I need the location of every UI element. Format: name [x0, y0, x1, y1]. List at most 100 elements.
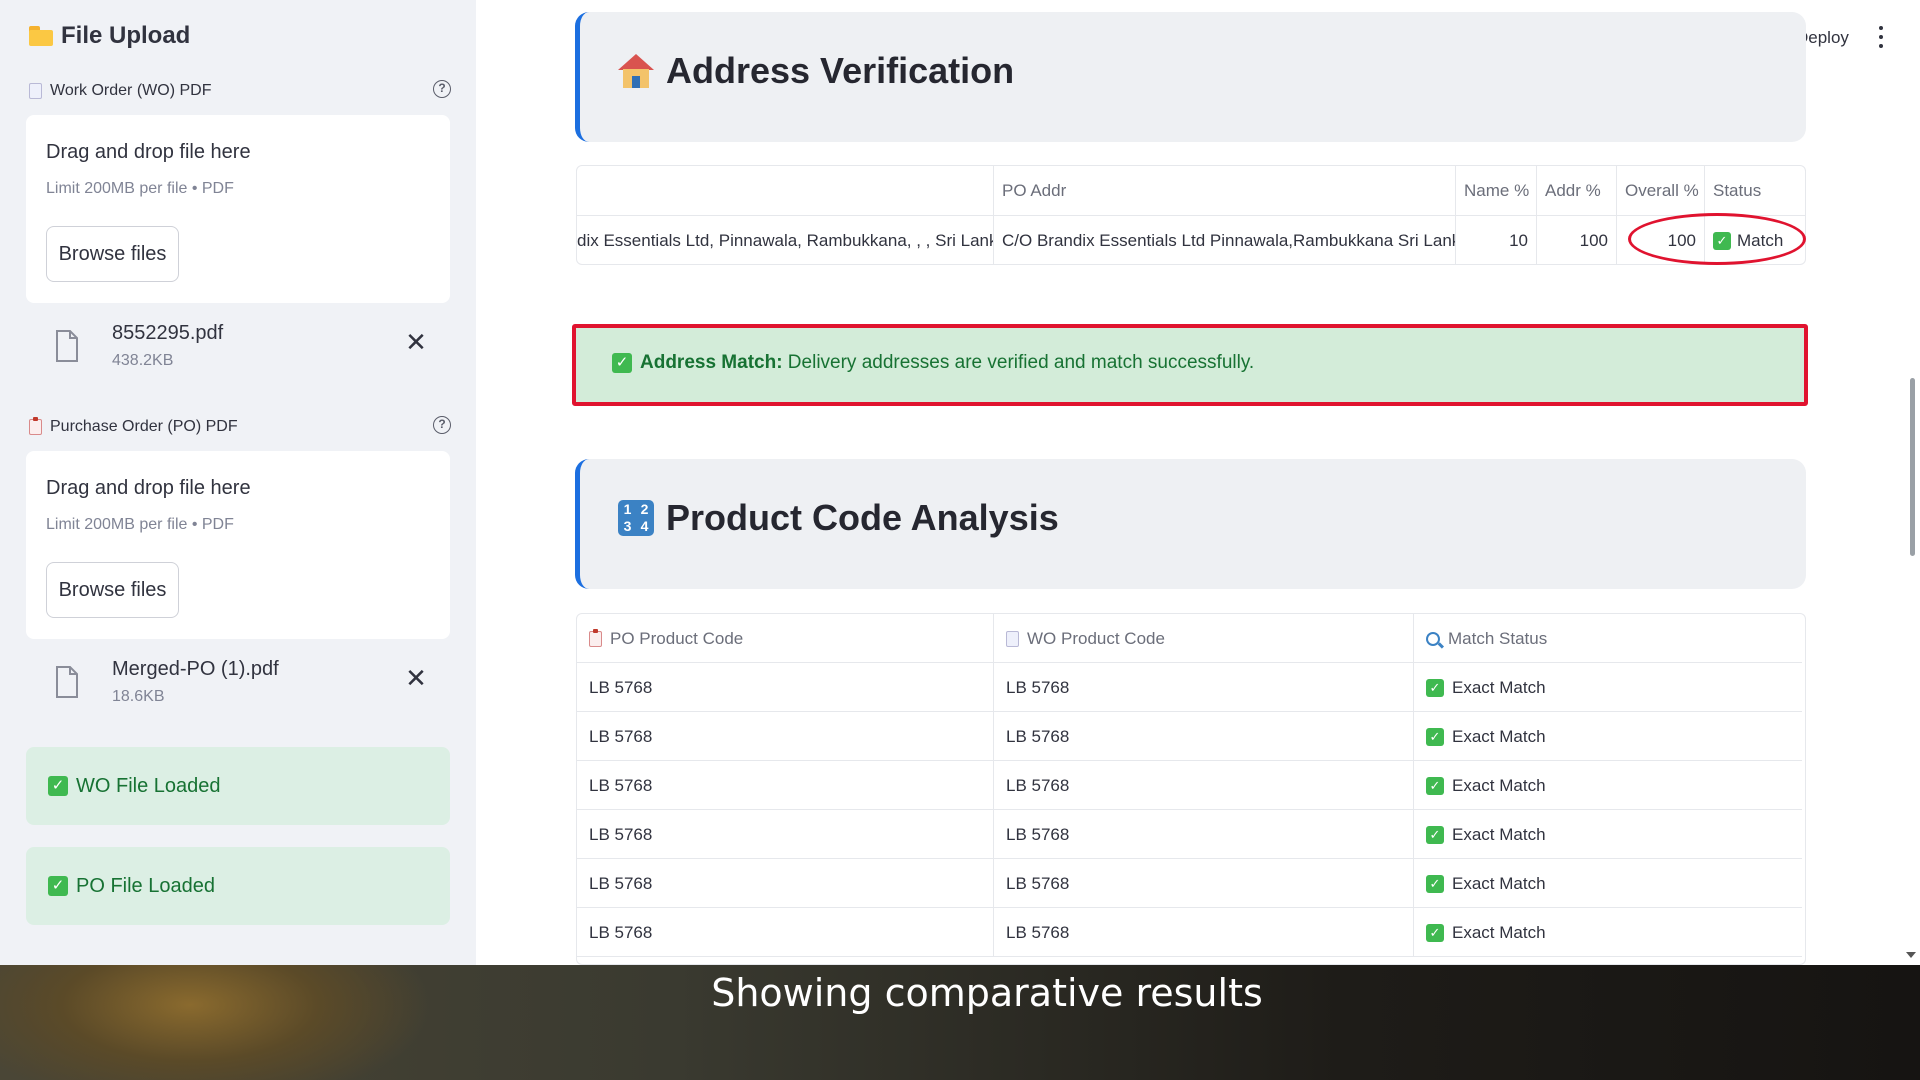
alert-text: Delivery addresses are verified and matc… [782, 352, 1255, 373]
column-header[interactable]: PO Addr [994, 166, 1456, 216]
wo-loaded-status: ✓ WO File Loaded [26, 747, 450, 825]
table-row: LB 5768 LB 5768 ✓ Exact Match [577, 761, 1802, 810]
po-code-cell: LB 5768 [577, 810, 994, 859]
match-status-text: Exact Match [1452, 874, 1546, 893]
table-row: dix Essentials Ltd, Pinnawala, Rambukkan… [577, 216, 1805, 264]
check-icon: ✓ [1426, 776, 1444, 795]
po-code-cell: LB 5768 [577, 761, 994, 810]
video-caption-band: Showing comparative results [0, 965, 1920, 1080]
column-header[interactable]: Name % [1456, 166, 1537, 216]
table-header-row: PO Addr Name % Addr % Overall % Status [577, 166, 1805, 216]
file-name: 8552295.pdf [112, 322, 224, 344]
po-uploader-label-text: Purchase Order (PO) PDF [50, 418, 238, 435]
file-icon [56, 666, 78, 698]
alert-message: ✓ Address Match: Delivery addresses are … [612, 352, 1254, 374]
address-match-alert: ✓ Address Match: Delivery addresses are … [572, 324, 1808, 406]
sidebar-title-text: File Upload [61, 22, 191, 49]
remove-file-close-icon[interactable]: ✕ [404, 329, 428, 355]
more-options-icon[interactable] [1876, 26, 1886, 48]
check-icon: ✓ [1426, 727, 1444, 746]
column-header[interactable]: Addr % [1537, 166, 1617, 216]
sidebar-title: File Upload [29, 22, 190, 50]
match-status-cell: ✓ Exact Match [1414, 859, 1802, 908]
column-header[interactable]: Overall % [1617, 166, 1705, 216]
help-icon[interactable]: ? [433, 416, 451, 434]
status-text: WO File Loaded [76, 774, 221, 797]
column-header[interactable]: WO Product Code [994, 614, 1414, 663]
match-status-text: Exact Match [1452, 825, 1546, 844]
table-row: LB 5768 LB 5768 ✓ Exact Match [577, 810, 1802, 859]
status-text: PO File Loaded [76, 874, 215, 897]
caption-text: Showing comparative results [711, 971, 1263, 1015]
scrollbar-thumb[interactable] [1910, 378, 1915, 556]
document-icon [29, 83, 42, 99]
po-address-cell: C/O Brandix Essentials Ltd Pinnawala,Ram… [994, 216, 1456, 264]
wo-dropzone[interactable]: Drag and drop file here Limit 200MB per … [26, 115, 450, 303]
match-status-text: Exact Match [1452, 727, 1546, 746]
po-code-cell: LB 5768 [577, 859, 994, 908]
alert-bold-text: Address Match: [640, 352, 783, 373]
dropzone-title: Drag and drop file here [46, 141, 251, 163]
table-row: LB 5768 LB 5768 ✓ Exact Match [577, 712, 1802, 761]
po-dropzone[interactable]: Drag and drop file here Limit 200MB per … [26, 451, 450, 639]
table-row: LB 5768 LB 5768 ✓ Exact Match [577, 859, 1802, 908]
po-code-cell: LB 5768 [577, 712, 994, 761]
column-header-text: PO Product Code [610, 629, 744, 648]
name-percent-cell: 10 [1456, 216, 1537, 264]
po-browse-button[interactable]: Browse files [46, 562, 179, 618]
match-status-cell: ✓ Exact Match [1414, 663, 1802, 712]
po-uploaded-file: Merged-PO (1).pdf 18.6KB ✕ [26, 654, 450, 724]
clipboard-icon [589, 628, 602, 647]
column-header[interactable]: PO Product Code [577, 614, 994, 663]
match-status-cell: ✓ Exact Match [1414, 712, 1802, 761]
po-uploader-label: Purchase Order (PO) PDF ? [29, 416, 451, 436]
column-header-text: Match Status [1448, 629, 1548, 648]
file-size: 18.6KB [112, 688, 165, 705]
folder-icon [29, 26, 53, 46]
address-table: PO Addr Name % Addr % Overall % Status d… [576, 165, 1806, 265]
document-icon [1006, 630, 1019, 647]
product-section-title: 1234 Product Code Analysis [618, 497, 1059, 539]
dropzone-title: Drag and drop file here [46, 477, 251, 499]
product-section-header: 1234 Product Code Analysis [575, 459, 1806, 589]
remove-file-close-icon[interactable]: ✕ [404, 665, 428, 691]
check-icon: ✓ [1426, 923, 1444, 942]
file-icon [56, 330, 78, 362]
check-icon: ✓ [1426, 874, 1444, 893]
wo-code-cell: LB 5768 [994, 712, 1414, 761]
po-code-cell: LB 5768 [577, 908, 994, 957]
dropzone-limit: Limit 200MB per file • PDF [46, 516, 234, 533]
match-status-cell: ✓ Exact Match [1414, 761, 1802, 810]
product-title-text: Product Code Analysis [666, 497, 1059, 538]
column-header[interactable] [577, 166, 994, 216]
magnifier-icon [1426, 631, 1440, 646]
address-title-text: Address Verification [666, 50, 1015, 91]
wo-uploader-label-text: Work Order (WO) PDF [50, 82, 212, 99]
match-status-cell: ✓ Exact Match [1414, 908, 1802, 957]
wo-code-cell: LB 5768 [994, 859, 1414, 908]
check-icon: ✓ [1426, 678, 1444, 697]
help-icon[interactable]: ? [433, 80, 451, 98]
match-status-text: Exact Match [1452, 776, 1546, 795]
clipboard-icon [29, 417, 42, 435]
numbers-icon: 1234 [618, 500, 654, 536]
match-status-text: Exact Match [1452, 678, 1546, 697]
wo-uploader-label: Work Order (WO) PDF ? [29, 80, 451, 100]
column-header-text: WO Product Code [1027, 629, 1165, 648]
match-status-text: Exact Match [1452, 923, 1546, 942]
column-header[interactable]: Match Status [1414, 614, 1802, 663]
wo-uploaded-file: 8552295.pdf 438.2KB ✕ [26, 318, 450, 388]
wo-address-cell: dix Essentials Ltd, Pinnawala, Rambukkan… [577, 216, 994, 264]
wo-code-cell: LB 5768 [994, 908, 1414, 957]
po-code-cell: LB 5768 [577, 663, 994, 712]
check-icon: ✓ [48, 776, 68, 796]
sidebar: File Upload Work Order (WO) PDF ? Drag a… [0, 0, 476, 965]
scroll-down-arrow-icon[interactable] [1906, 952, 1916, 958]
match-status-cell: ✓ Exact Match [1414, 810, 1802, 859]
product-table: PO Product Code WO Product Code Match St… [576, 613, 1806, 965]
column-header[interactable]: Status [1705, 166, 1797, 216]
wo-browse-button[interactable]: Browse files [46, 226, 179, 282]
wo-code-cell: LB 5768 [994, 663, 1414, 712]
table-header-row: PO Product Code WO Product Code Match St… [577, 614, 1802, 663]
table-row: LB 5768 LB 5768 ✓ Exact Match [577, 663, 1802, 712]
